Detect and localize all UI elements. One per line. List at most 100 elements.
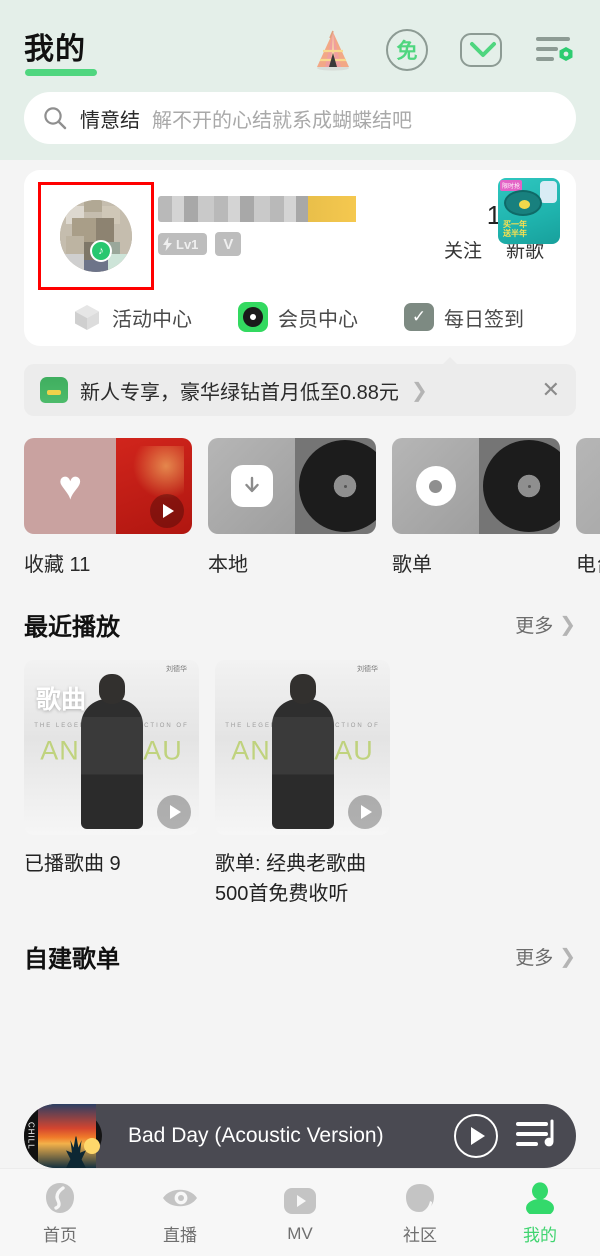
menu-settings-icon[interactable] — [532, 27, 578, 73]
recent-card-classic-oldies[interactable]: 刘德华 THE LEGENDARY COLLECTION OF ANDY LAU… — [215, 660, 390, 909]
nav-label-community: 社区 — [403, 1226, 437, 1245]
play-icon[interactable] — [150, 494, 184, 528]
created-playlists-more-button[interactable]: 更多 ❯ — [515, 943, 576, 970]
note-icon — [0, 1179, 120, 1217]
app-root: 我的 免 情意结 解不开的心结就系成蝴蝶结吧 ♪ Lv1 V 1 关注 新歌 限… — [0, 0, 600, 1256]
nav-label-home: 首页 — [43, 1226, 77, 1245]
promo-thumbnail[interactable]: 限时抢 买一年 送半年 — [498, 178, 560, 244]
title-underline — [25, 69, 97, 76]
quick-access-row: ♥ 收藏 11 本地 歌单 电 — [0, 416, 600, 577]
daily-checkin-button[interactable]: ✓ 每日签到 — [404, 303, 524, 332]
plant-graphic — [66, 1134, 86, 1168]
page-title-wrap: 我的 — [24, 32, 97, 76]
profile-top: ♪ Lv1 V 1 关注 新歌 限时抢 买一年 送半年 — [38, 178, 560, 290]
follow-label[interactable]: 关注 — [444, 236, 482, 263]
nav-label-live: 直播 — [163, 1226, 197, 1245]
quick-card-label: 收藏 11 — [24, 554, 91, 576]
quick-card-thumb — [208, 438, 376, 534]
nav-item-mv[interactable]: MV — [240, 1182, 360, 1244]
promo-line1: 买一年 — [503, 220, 527, 229]
tent-icon[interactable] — [310, 27, 356, 73]
favorites-heart-panel: ♥ — [24, 438, 117, 534]
avatar-status-dot: ♪ — [90, 240, 112, 262]
level-badge-label: Lv1 — [176, 236, 199, 252]
avatar[interactable]: ♪ — [60, 200, 132, 272]
recent-card-played-songs[interactable]: 刘德华 THE LEGENDARY COLLECTION OF ANDY LAU… — [24, 660, 199, 909]
cover-figure — [80, 699, 143, 829]
green-diamond-icon — [40, 377, 68, 403]
play-icon[interactable] — [348, 795, 382, 829]
avatar-annotation-box: ♪ — [38, 182, 154, 290]
local-vinyl-panel — [295, 438, 376, 534]
recent-section-header: 最近播放 更多 ❯ — [0, 577, 600, 642]
quick-card-label: 电台 — [576, 554, 600, 576]
member-center-button[interactable]: 会员中心 — [238, 302, 358, 332]
download-icon — [230, 465, 273, 507]
eye-icon — [120, 1179, 240, 1217]
lightning-icon — [163, 237, 172, 251]
page-title: 我的 — [24, 33, 86, 66]
nav-item-mine[interactable]: 我的 — [480, 1179, 600, 1246]
nav-item-community[interactable]: 社区 — [360, 1179, 480, 1246]
mini-player-artwork: CHILL — [24, 1104, 110, 1168]
recent-card-thumb: 刘德华 THE LEGENDARY COLLECTION OF ANDY LAU… — [24, 660, 199, 835]
playlist-queue-icon[interactable] — [514, 1117, 560, 1156]
vinyl-icon — [483, 440, 560, 532]
vip-badge[interactable]: V — [215, 232, 242, 256]
title-row: 我的 免 — [0, 14, 600, 76]
play-icon[interactable] — [454, 1114, 498, 1158]
quick-card-label: 歌单 — [392, 554, 432, 576]
activity-center-button[interactable]: 活动中心 — [72, 302, 192, 332]
cube-icon — [75, 305, 99, 330]
quick-card-playlists[interactable]: 歌单 — [392, 438, 560, 577]
mini-player[interactable]: CHILL Bad Day (Acoustic Version) — [24, 1104, 576, 1168]
daily-checkin-label: 每日签到 — [444, 308, 524, 331]
promo-robot-icon — [540, 181, 557, 203]
quick-card-radio[interactable]: 电台 — [576, 438, 600, 577]
free-badge-text: 免 — [386, 29, 428, 71]
nav-item-live[interactable]: 直播 — [120, 1179, 240, 1246]
search-suggestion: 解不开的心结就系成蝴蝶结吧 — [152, 109, 412, 132]
mini-player-track-title: Bad Day (Acoustic Version) — [128, 1124, 384, 1147]
name-block: Lv1 V — [158, 186, 444, 256]
chevron-right-icon: ❯ — [559, 946, 576, 968]
quick-card-local[interactable]: 本地 — [208, 438, 376, 577]
created-playlists-header: 自建歌单 更多 ❯ — [0, 909, 600, 974]
activity-center-label: 活动中心 — [112, 308, 192, 331]
free-badge-icon[interactable]: 免 — [384, 27, 430, 73]
recent-card-thumb: 刘德华 THE LEGENDARY COLLECTION OF ANDY LAU — [215, 660, 390, 835]
quick-card-favorites[interactable]: ♥ 收藏 11 — [24, 438, 192, 577]
play-icon[interactable] — [157, 795, 191, 829]
cover-figure-head — [98, 674, 125, 704]
member-center-label: 会员中心 — [278, 308, 358, 331]
cd-icon — [415, 466, 456, 506]
nav-label-mv: MV — [287, 1223, 313, 1243]
nav-item-home[interactable]: 首页 — [0, 1179, 120, 1246]
recent-card-label: 歌单: 经典老歌曲500首免费收听 — [215, 853, 367, 905]
playlist-icon-panel — [392, 438, 480, 534]
community-icon — [360, 1179, 480, 1217]
created-playlists-more-label: 更多 — [515, 948, 554, 969]
profile-card[interactable]: ♪ Lv1 V 1 关注 新歌 限时抢 买一年 送半年 活动中心 会员中心 ✓ … — [24, 170, 576, 346]
promo-disc-icon — [504, 190, 542, 216]
promo-banner[interactable]: 新人专享，豪华绿钻首月低至0.88元 ❯ ✕ — [24, 357, 576, 416]
promo-banner-text: 新人专享，豪华绿钻首月低至0.88元 — [80, 381, 399, 404]
profile-actions: 活动中心 会员中心 ✓ 每日签到 — [42, 302, 558, 332]
album-cover — [38, 1104, 100, 1168]
recent-more-button[interactable]: 更多 ❯ — [515, 611, 576, 638]
search-bar[interactable]: 情意结 解不开的心结就系成蝴蝶结吧 — [24, 92, 576, 144]
cover-overlay-label: 歌曲 — [36, 686, 87, 714]
close-icon[interactable]: ✕ — [542, 377, 560, 403]
vip-badge-label: V — [223, 235, 234, 253]
nav-label-mine: 我的 — [523, 1226, 557, 1245]
mail-icon[interactable] — [458, 27, 504, 73]
bottom-nav: 首页 直播 MV 社区 我的 — [0, 1168, 600, 1256]
quick-card-thumb — [576, 438, 600, 534]
level-badge[interactable]: Lv1 — [158, 233, 208, 255]
search-keyword: 情意结 — [80, 109, 140, 132]
status-bar — [0, 0, 600, 14]
badge-row: Lv1 V — [158, 232, 444, 256]
cover-mark: 刘德华 — [357, 666, 378, 673]
chevron-right-icon: ❯ — [559, 614, 576, 636]
cover-figure-head — [289, 674, 316, 704]
